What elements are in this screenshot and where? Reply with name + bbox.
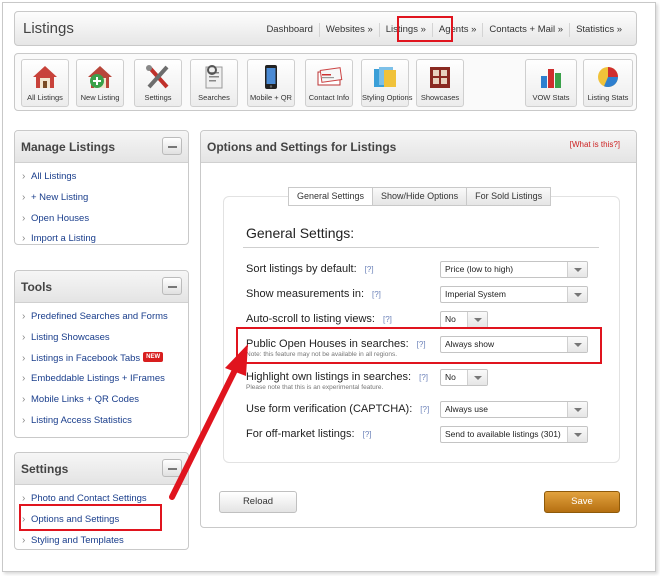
- annotation-arrow: [169, 344, 248, 500]
